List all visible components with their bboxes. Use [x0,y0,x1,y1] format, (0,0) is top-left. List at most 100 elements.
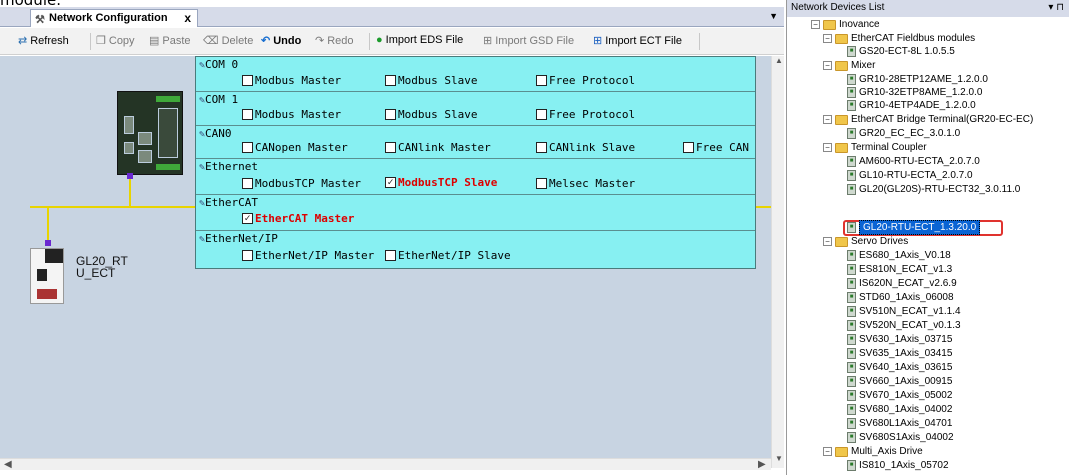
tree-leaf[interactable]: ■ SV510N_ECAT_v1.1.4 [847,305,961,318]
checkbox-checked[interactable]: ✓ [242,213,253,224]
checkbox[interactable] [683,142,694,153]
tree-node-ethercat-fieldbus[interactable]: − EtherCAT Fieldbus modules [823,32,975,45]
network-canvas[interactable]: GL20_RT U_ECT ✎COM 0 Modbus Master Modbu… [0,56,773,458]
copy-button[interactable]: ❐ Copy [96,34,135,48]
tree-leaf[interactable]: ■ GR10-32ETP8AME_1.2.0.0 [847,86,982,99]
checkbox[interactable] [536,75,547,86]
device-icon: ■ [847,334,856,345]
import-ect-button[interactable]: ⊞ Import ECT File [593,34,682,48]
redo-button[interactable]: ↷ Redo [315,34,354,48]
vertical-scrollbar[interactable]: ▲ ▼ [771,56,784,468]
scroll-down-icon[interactable]: ▼ [775,454,783,463]
close-tab-button[interactable]: x [184,11,191,25]
horizontal-scrollbar[interactable]: ◀ ▶ [0,458,771,470]
tree-node-bridge-terminal[interactable]: − EtherCAT Bridge Terminal(GR20-EC-EC) [823,113,1033,126]
collapse-icon[interactable]: − [823,143,832,152]
tree-node-servo-drives[interactable]: − Servo Drives [823,235,908,248]
tree-leaf[interactable]: ■ GR10-28ETP12AME_1.2.0.0 [847,73,988,86]
tab-network-configuration[interactable]: ⚒ Network Configuration x [30,9,198,27]
tree-leaf[interactable]: ■ SV680L1Axis_04701 [847,417,952,430]
com1-modbus-slave-option[interactable]: Modbus Slave [385,108,477,121]
tree-leaf[interactable]: ■ AM600-RTU-ECTA_2.0.7.0 [847,155,980,168]
com0-free-protocol-option[interactable]: Free Protocol [536,74,635,87]
tree-node-mixer[interactable]: − Mixer [823,59,875,72]
checkbox[interactable] [385,75,396,86]
ethernetip-slave-option[interactable]: EtherNet/IP Slave [385,249,511,262]
tree-node-multi-axis-drive[interactable]: − Multi_Axis Drive [823,445,923,458]
tree-leaf[interactable]: ■ SV660_1Axis_00915 [847,375,952,388]
can0-canopen-master-option[interactable]: CANopen Master [242,141,348,154]
tree-leaf[interactable]: ■ SV640_1Axis_03615 [847,361,952,374]
checkbox[interactable] [536,142,547,153]
scroll-right-icon[interactable]: ▶ [758,459,766,470]
tree-leaf[interactable]: ■ SV670_1Axis_05002 [847,389,952,402]
com1-free-protocol-option[interactable]: Free Protocol [536,108,635,121]
checkbox[interactable] [242,142,253,153]
checkbox[interactable] [242,75,253,86]
scroll-left-icon[interactable]: ◀ [4,459,12,470]
collapse-icon[interactable]: − [823,61,832,70]
checkbox[interactable] [385,142,396,153]
can0-canlink-master-option[interactable]: CANlink Master [385,141,491,154]
import-eds-button[interactable]: ● Import EDS File [376,34,463,46]
checkbox[interactable] [242,250,253,261]
tree-node-inovance[interactable]: − Inovance [811,18,880,31]
scroll-up-icon[interactable]: ▲ [775,56,783,65]
tree-leaf[interactable]: ■ GL20(GL20S)-RTU-ECT32_3.0.11.0 [847,183,1020,196]
can0-canlink-slave-option[interactable]: CANlink Slave [536,141,635,154]
trash-icon: ⌫ [203,35,219,47]
tab-dropdown-icon[interactable]: ▼ [769,11,778,21]
tree-leaf[interactable]: ■ SV635_1Axis_03415 [847,347,952,360]
coupler-device[interactable] [30,248,64,304]
tree-leaf[interactable]: ■ STD60_1Axis_06008 [847,291,954,304]
collapse-icon[interactable]: − [823,115,832,124]
coupler-port-node[interactable] [45,240,51,246]
plc-port-node[interactable] [127,173,133,179]
tree-leaf-selected[interactable]: ■ GL20-RTU-ECT_1.3.20.0 [847,220,981,235]
checkbox-checked[interactable]: ✓ [385,177,396,188]
tree-leaf[interactable]: ■ SV630_1Axis_03715 [847,333,952,346]
checkbox[interactable] [385,250,396,261]
checkbox[interactable] [536,178,547,189]
tree-leaf[interactable]: ■ ES810N_ECAT_v1.3 [847,263,952,276]
ethernet-melsec-master-option[interactable]: Melsec Master [536,177,635,190]
checkbox[interactable] [242,109,253,120]
collapse-icon[interactable]: − [811,20,820,29]
device-icon: ■ [847,184,856,195]
import-gsd-button[interactable]: ⊞ Import GSD File [483,34,574,48]
collapse-icon[interactable]: − [823,447,832,456]
tree-node-terminal-coupler[interactable]: − Terminal Coupler [823,141,927,154]
tree-leaf[interactable]: ■ IS620N_ECAT_v2.6.9 [847,277,957,290]
pin-icon[interactable]: ▾ ⊓ [1048,2,1064,13]
ethernet-modbustcp-slave-option[interactable]: ✓ ModbusTCP Slave [385,176,497,189]
import-ect-icon: ⊞ [593,35,603,47]
plc-device[interactable] [117,91,183,175]
ethernetip-master-option[interactable]: EtherNet/IP Master [242,249,374,262]
collapse-icon[interactable]: − [823,237,832,246]
tree-leaf[interactable]: ■ IS810_1Axis_05702 [847,459,949,472]
checkbox[interactable] [242,178,253,189]
tree-leaf[interactable]: ■ GL10-RTU-ECTA_2.0.7.0 [847,169,973,182]
com0-modbus-slave-option[interactable]: Modbus Slave [385,74,477,87]
ethercat-master-option[interactable]: ✓ EtherCAT Master [242,212,354,225]
toolbar-separator [90,33,91,50]
com0-modbus-master-option[interactable]: Modbus Master [242,74,341,87]
tree-leaf[interactable]: ■ GR20_EC_EC_3.0.1.0 [847,127,960,140]
tree-leaf[interactable]: ■ GS20-ECT-8L 1.0.5.5 [847,45,955,58]
tree-leaf[interactable]: ■ SV520N_ECAT_v0.1.3 [847,319,961,332]
can0-free-can-option[interactable]: Free CAN [683,141,749,154]
com1-modbus-master-option[interactable]: Modbus Master [242,108,341,121]
checkbox[interactable] [536,109,547,120]
tree-leaf[interactable]: ■ SV680S1Axis_04002 [847,431,954,444]
collapse-icon[interactable]: − [823,34,832,43]
undo-button[interactable]: ↶ Undo [261,34,301,48]
tree-leaf[interactable]: ■ ES680_1Axis_V0.18 [847,249,951,262]
ethernet-modbustcp-master-option[interactable]: ModbusTCP Master [242,177,361,190]
protocol-configuration-panel: ✎COM 0 Modbus Master Modbus Slave Free P… [195,56,756,269]
tree-leaf[interactable]: ■ SV680_1Axis_04002 [847,403,952,416]
delete-button[interactable]: ⌫ Delete [203,34,253,48]
refresh-button[interactable]: ⇄ Refresh [18,34,69,48]
paste-button[interactable]: ▤ Paste [149,34,191,48]
tree-leaf[interactable]: ■ GR10-4ETP4ADE_1.2.0.0 [847,99,976,112]
checkbox[interactable] [385,109,396,120]
